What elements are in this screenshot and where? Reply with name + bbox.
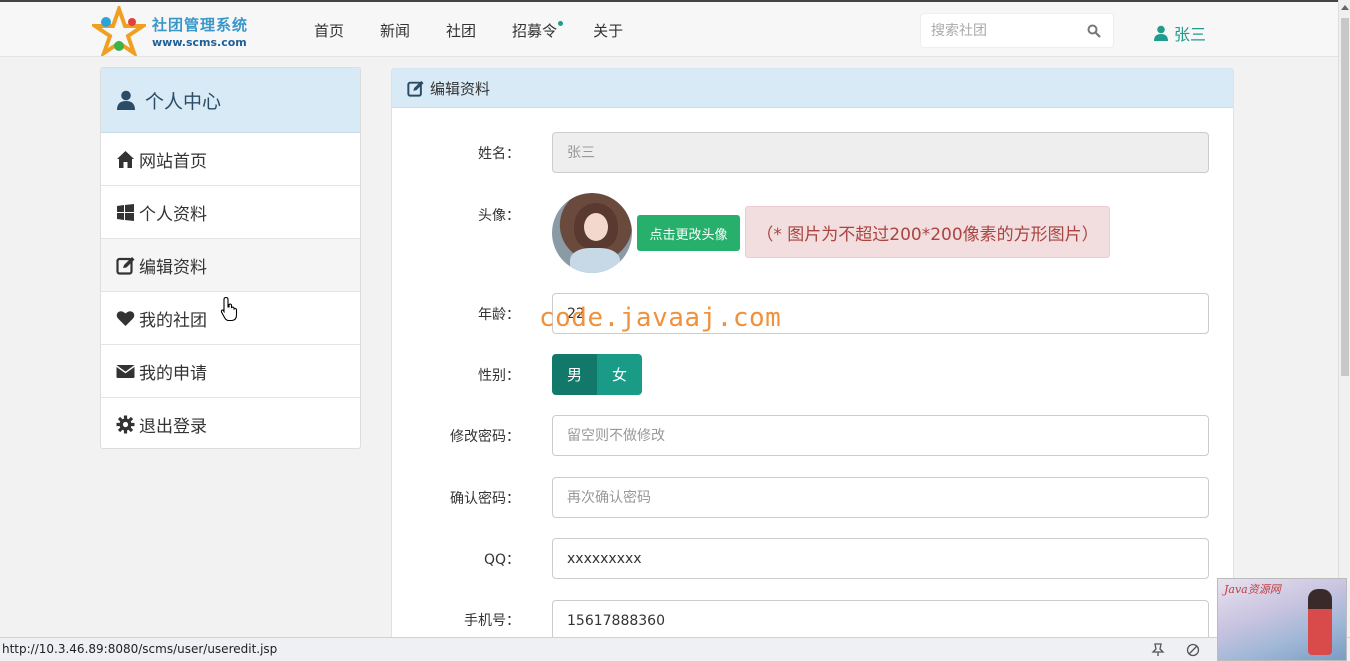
scroll-thumb[interactable] [1341, 18, 1349, 376]
sidebar-header: 个人中心 [101, 68, 360, 133]
confirm-password-label: 确认密码： [450, 491, 520, 507]
gender-label: 性别： [478, 368, 520, 384]
nav-home[interactable]: 首页 [314, 20, 344, 41]
user-icon [117, 90, 135, 110]
user-name: 张三 [1174, 25, 1207, 44]
sidebar: 个人中心 网站首页 个人资料 编辑资料 我的社团 我的申请 退出登录 [100, 67, 361, 449]
nav-clubs[interactable]: 社团 [446, 20, 476, 41]
page-scrollbar[interactable] [1338, 0, 1350, 637]
password-label: 修改密码： [450, 429, 520, 445]
scroll-up-arrow-icon[interactable] [1341, 5, 1349, 10]
change-avatar-button[interactable]: 点击更改头像 [637, 215, 740, 251]
nav-news[interactable]: 新闻 [380, 20, 410, 41]
gear-icon [116, 415, 135, 434]
watermark: code.javaaj.com [539, 303, 782, 333]
browser-status-bar: http://10.3.46.89:8080/scms/user/useredi… [0, 637, 1350, 661]
hand-cursor-icon [220, 296, 238, 322]
panel-header: 编辑资料 [392, 69, 1233, 108]
sidebar-item-label: 个人资料 [139, 204, 207, 225]
avatar [552, 193, 632, 273]
confirm-password-field[interactable] [552, 477, 1209, 518]
logo-title: 社团管理系统 [152, 16, 249, 34]
pin-icon[interactable] [1151, 643, 1165, 657]
home-icon [117, 150, 134, 168]
sidebar-item-label: 编辑资料 [139, 257, 207, 278]
sidebar-item-edit-profile[interactable]: 编辑资料 [101, 239, 360, 292]
sidebar-item-profile[interactable]: 个人资料 [101, 186, 360, 239]
gender-toggle: 男 女 [552, 354, 642, 395]
edit-icon [116, 256, 135, 275]
corner-ad-image: Java资源网 [1217, 578, 1347, 661]
heart-icon [116, 310, 135, 326]
gender-male-button[interactable]: 男 [552, 354, 597, 395]
envelope-icon [116, 364, 135, 378]
sidebar-item-label: 退出登录 [139, 417, 207, 437]
sidebar-item-logout[interactable]: 退出登录 [101, 398, 360, 451]
avatar-label: 头像： [478, 208, 520, 224]
panel-title: 编辑资料 [430, 79, 491, 98]
edit-icon [407, 80, 424, 97]
name-field [552, 132, 1209, 173]
user-menu[interactable]: 张三 [1154, 21, 1206, 45]
sidebar-item-label: 我的社团 [139, 310, 207, 331]
search-box [920, 13, 1114, 48]
sidebar-title: 个人中心 [145, 90, 222, 113]
password-field[interactable] [552, 415, 1209, 456]
sidebar-item-label: 我的申请 [139, 363, 207, 384]
avatar-tip: （* 图片为不超过200*200像素的方形图片） [745, 206, 1110, 258]
age-label: 年龄： [478, 307, 520, 323]
nav-about[interactable]: 关于 [593, 20, 623, 41]
logo-url: www.scms.com [152, 36, 247, 49]
edit-profile-panel: 编辑资料 姓名： 头像： 点击更改头像 （* 图片为不超过200*200像素的方… [391, 68, 1234, 648]
windows-icon [117, 203, 134, 221]
phone-field[interactable] [552, 600, 1209, 641]
corner-ad-figure [1308, 589, 1332, 655]
status-url: http://10.3.46.89:8080/scms/user/useredi… [2, 642, 278, 656]
corner-ad-text: Java资源网 [1224, 583, 1281, 596]
sidebar-item-home[interactable]: 网站首页 [101, 133, 360, 186]
logo-star-icon [92, 6, 146, 56]
search-input[interactable] [931, 21, 1081, 41]
refresh-icon[interactable] [1186, 643, 1200, 657]
name-label: 姓名： [478, 146, 520, 162]
nav-recruit-label: 招募令 [512, 22, 558, 40]
top-navbar: 社团管理系统 www.scms.com 首页 新闻 社团 招募令 关于 张三 [0, 0, 1338, 57]
search-icon[interactable] [1087, 24, 1101, 38]
qq-field[interactable] [552, 538, 1209, 579]
gender-female-button[interactable]: 女 [597, 354, 642, 395]
qq-label: QQ： [483, 552, 520, 568]
notification-dot [558, 21, 564, 26]
sidebar-item-my-applications[interactable]: 我的申请 [101, 345, 360, 398]
nav-recruit[interactable]: 招募令 [512, 20, 564, 41]
main-nav: 首页 新闻 社团 招募令 关于 [314, 20, 659, 41]
avatar-face [584, 213, 608, 241]
site-logo[interactable]: 社团管理系统 www.scms.com [92, 6, 252, 56]
sidebar-item-label: 网站首页 [139, 151, 207, 172]
avatar-body [570, 248, 620, 273]
phone-label: 手机号： [464, 613, 520, 629]
user-icon [1154, 25, 1168, 41]
